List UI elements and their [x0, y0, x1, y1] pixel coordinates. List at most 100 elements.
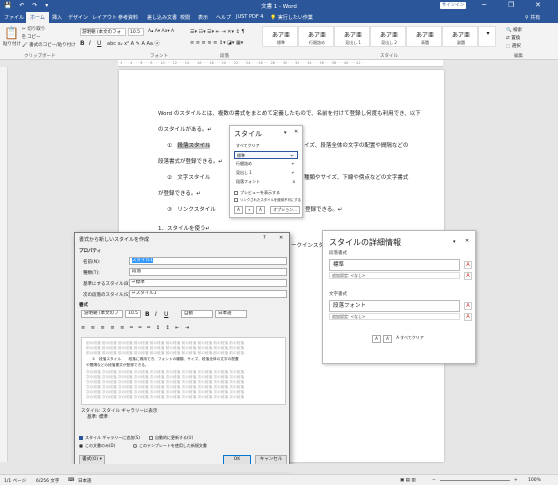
page-count[interactable]: 1/1 ページ: [4, 478, 26, 484]
tab-review[interactable]: 校閲: [180, 14, 190, 21]
tab-home[interactable]: ホーム: [26, 12, 49, 23]
add-to-gallery-checkbox[interactable]: スタイル ギャラリーに追加(S): [79, 435, 140, 441]
next-style-select[interactable]: ↵スタイル1: [129, 290, 287, 298]
color-select[interactable]: 自動: [181, 310, 213, 318]
paragraph-format-toolbar[interactable]: ≡ ≡ ≡ ≡ ≡ ═ ═ ═ ↕ ↕ ⇤ ⇥: [81, 325, 191, 331]
style-list-item[interactable]: すべてクリア: [234, 142, 298, 150]
proofing-icon[interactable]: ⌨: [68, 478, 75, 483]
style-type-select[interactable]: 段落: [129, 268, 287, 276]
tab-file[interactable]: ファイル: [4, 14, 24, 21]
pane-menu-icon[interactable]: ▾: [453, 239, 456, 245]
style-card[interactable]: あア亜 表題: [406, 26, 442, 47]
minimize-button[interactable]: ─: [482, 1, 486, 9]
tab-justpdf[interactable]: JUST PDF 4: [236, 14, 263, 20]
list-buttons[interactable]: ☰▾ ☷▾ ☰▾ ⇤ ⇥ ✕▾ ↕ ¶: [190, 29, 245, 35]
manage-styles-button[interactable]: A: [256, 206, 265, 214]
signin-button[interactable]: サインイン: [440, 2, 466, 9]
close-icon[interactable]: ✕: [465, 238, 469, 244]
base-style-select[interactable]: ↵標準: [129, 279, 287, 287]
preview-checkbox[interactable]: プレビューを表示する: [234, 190, 280, 196]
this-document-radio[interactable]: この文書のみ(D): [79, 443, 115, 449]
replace-button[interactable]: ⇄ 置換: [506, 35, 520, 41]
find-button[interactable]: 🔍 検索: [506, 27, 522, 33]
style-list-item[interactable]: 行間詰め ↵: [234, 160, 298, 168]
style-list-item[interactable]: 見出し 1 ↵: [234, 169, 298, 177]
new-style-button[interactable]: A: [383, 335, 392, 343]
italic-button[interactable]: I: [89, 40, 91, 47]
base-style-label: 基準にするスタイル(B):: [83, 282, 132, 287]
horizontal-ruler[interactable]: · 2 · · · 4 · · · 6 · · · 8 · · · 10 · ·…: [118, 60, 443, 67]
style-list-item-selected[interactable]: 標準 ↵: [234, 151, 298, 159]
doc-line: 段落書式が登録できる。↵: [158, 159, 223, 165]
close-icon[interactable]: ✕: [294, 129, 298, 135]
radio-unselected: [133, 444, 137, 448]
reveal-formatting-button[interactable]: A: [372, 335, 381, 343]
clear-character-format-icon[interactable]: A: [464, 313, 472, 321]
language-indicator[interactable]: 日本語: [78, 478, 92, 484]
view-mode-buttons[interactable]: ▣ ▤ ▥: [400, 478, 416, 483]
tab-design[interactable]: デザイン: [68, 14, 88, 21]
clear-all-button[interactable]: A すべてクリア: [395, 335, 425, 343]
pane-menu-icon[interactable]: ▾: [284, 130, 287, 136]
auto-update-checkbox[interactable]: 自動的に更新する(U): [149, 435, 193, 441]
font-size-box[interactable]: 10.5: [128, 28, 144, 36]
style-card[interactable]: あア亜 見出し 2: [370, 26, 406, 47]
size-select[interactable]: 10.5: [125, 310, 141, 318]
select-button[interactable]: ⬚ 選択: [506, 43, 521, 49]
template-radio[interactable]: このテンプレートを使用した新規文書: [133, 443, 207, 449]
options-button[interactable]: オプション...: [270, 206, 300, 214]
preview-before: 前の段落 前の段落 前の段落 前の段落 前の段落 前の段落 前の段落 前の段落 …: [86, 351, 245, 355]
zoom-out-button[interactable]: −: [432, 478, 436, 483]
italic-toggle[interactable]: I: [155, 311, 157, 318]
style-card[interactable]: あア亜 行間詰め: [298, 26, 334, 47]
dialog-close-button[interactable]: ✕: [279, 235, 283, 241]
zoom-slider[interactable]: [440, 480, 510, 481]
font-grow-shrink[interactable]: A▴ A▾ Aa▾ A: [148, 29, 174, 34]
close-button[interactable]: ✕: [535, 1, 541, 9]
font-select[interactable]: 游明朝 (本文のフ: [81, 310, 123, 318]
restore-button[interactable]: ❐: [508, 1, 514, 9]
underline-toggle[interactable]: U: [164, 311, 168, 318]
language-select[interactable]: 日本語: [215, 310, 247, 318]
word-count[interactable]: 6/256 文字: [36, 478, 59, 484]
style-card[interactable]: あア亜 副題: [442, 26, 478, 47]
style-inspector-button[interactable]: ⌕: [245, 206, 254, 214]
zoom-in-button[interactable]: +: [514, 478, 518, 483]
tab-layout[interactable]: レイアウト: [92, 14, 117, 21]
share-label: 共有: [530, 15, 541, 21]
tab-view[interactable]: 表示: [198, 14, 208, 21]
style-name-value: スタイル1: [132, 258, 153, 263]
font-name-box[interactable]: 游明朝 (本文のフォ: [80, 28, 126, 36]
reset-paragraph-style-icon[interactable]: A: [464, 261, 472, 269]
style-list-item[interactable]: 段落フォント a: [234, 178, 298, 186]
tab-help[interactable]: ヘルプ: [216, 14, 231, 21]
vertical-ruler[interactable]: [0, 67, 8, 462]
style-card[interactable]: あア亜 見出し 1: [334, 26, 370, 47]
style-card[interactable]: あア亜 標準: [262, 26, 298, 47]
tab-insert[interactable]: 挿入: [52, 14, 62, 21]
style-gallery-more[interactable]: ▾: [478, 26, 496, 47]
format-painter-button[interactable]: 🖌 書式のコピー/貼り付け: [22, 42, 76, 48]
cut-button[interactable]: ✂ 切り取り: [22, 26, 45, 32]
zoom-level[interactable]: 100%: [528, 478, 541, 483]
checkbox-label: プレビューを表示する: [240, 190, 280, 195]
tab-mailings[interactable]: 差し込み文書: [147, 14, 177, 21]
align-buttons[interactable]: ≡ ≡ ≡ ≡ ≡ ↕▾ ◪▾ ▦▾: [190, 40, 243, 46]
underline-button[interactable]: U: [97, 40, 101, 47]
new-style-button[interactable]: A: [234, 206, 243, 214]
clear-paragraph-format-icon[interactable]: A: [464, 272, 472, 280]
bold-button[interactable]: B: [80, 40, 85, 47]
share-button[interactable]: ⚲ 共有: [525, 14, 540, 21]
tell-me-search[interactable]: 💡 実行したい作業: [270, 14, 313, 21]
copy-button[interactable]: ⎘ コピー: [22, 34, 41, 40]
linked-styles-checkbox[interactable]: リンクされたスタイルを使用不可にする: [234, 197, 301, 202]
paste-icon[interactable]: 📋: [4, 26, 19, 40]
horizontal-scrollbar[interactable]: [8, 464, 558, 472]
style-name-input[interactable]: スタイル1: [129, 257, 287, 265]
help-button[interactable]: ?: [263, 235, 266, 241]
paste-button-label[interactable]: 貼り付け: [3, 41, 21, 47]
reset-character-style-icon[interactable]: A: [464, 302, 472, 310]
font-effects-buttons[interactable]: abc x₂ x² A ✎ A Aa ⓐ: [107, 40, 160, 47]
bold-toggle[interactable]: B: [145, 311, 150, 318]
tab-references[interactable]: 参考資料: [118, 14, 138, 21]
